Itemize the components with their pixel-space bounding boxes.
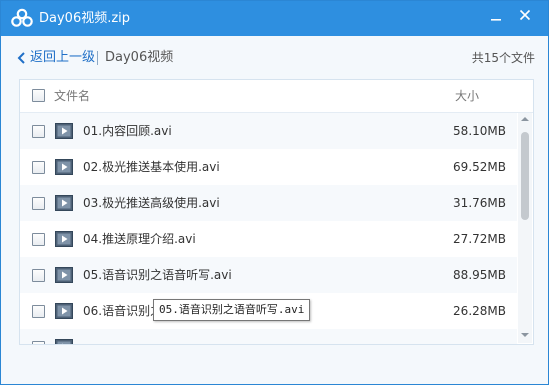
breadcrumb: Day06视频 bbox=[105, 50, 174, 65]
file-name: 05.语音识别之语音听写.avi bbox=[83, 268, 232, 282]
scroll-up-arrow-icon[interactable] bbox=[521, 117, 529, 121]
file-row[interactable]: 03.极光推送高级使用.avi 31.76MB bbox=[20, 185, 517, 221]
scrollbar-thumb[interactable] bbox=[521, 132, 529, 220]
row-checkbox[interactable] bbox=[32, 197, 45, 210]
window-title: Day06视频.zip bbox=[39, 11, 131, 26]
row-checkbox[interactable] bbox=[32, 125, 45, 138]
navigation-bar: 返回上一级 Day06视频 共15个文件 bbox=[1, 36, 548, 80]
close-button[interactable] bbox=[513, 4, 537, 28]
file-size: 69.52MB bbox=[453, 160, 506, 174]
close-icon bbox=[519, 9, 531, 21]
row-checkbox[interactable] bbox=[32, 341, 45, 344]
video-file-icon bbox=[55, 195, 73, 211]
file-size: 26.28MB bbox=[453, 304, 506, 318]
file-name: 04.推送原理介绍.avi bbox=[83, 232, 196, 246]
scroll-down-arrow-icon[interactable] bbox=[521, 333, 529, 337]
file-name: 01.内容回顾.avi bbox=[83, 124, 172, 138]
file-row[interactable]: 01.内容回顾.avi 58.10MB bbox=[20, 113, 517, 149]
video-file-icon bbox=[55, 303, 73, 319]
row-checkbox[interactable] bbox=[32, 161, 45, 174]
chevron-left-icon bbox=[17, 52, 25, 64]
vertical-scrollbar[interactable] bbox=[518, 113, 532, 343]
list-header: 文件名 大小 bbox=[20, 80, 533, 113]
file-row[interactable]: 05.语音识别之语音听写.avi 88.95MB bbox=[20, 257, 517, 293]
back-label: 返回上一级 bbox=[30, 50, 96, 65]
video-file-icon bbox=[55, 123, 73, 139]
file-row[interactable]: 04.推送原理介绍.avi 27.72MB bbox=[20, 221, 517, 257]
row-checkbox[interactable] bbox=[32, 233, 45, 246]
row-checkbox[interactable] bbox=[32, 269, 45, 282]
file-name: 02.极光推送基本使用.avi bbox=[83, 160, 220, 174]
video-file-icon bbox=[55, 339, 73, 344]
column-header-name[interactable]: 文件名 bbox=[54, 88, 90, 104]
file-row-partial[interactable] bbox=[20, 329, 517, 344]
title-bar[interactable]: Day06视频.zip bbox=[1, 1, 548, 36]
video-file-icon bbox=[55, 159, 73, 175]
file-size: 31.76MB bbox=[453, 196, 506, 210]
file-size: 58.10MB bbox=[453, 124, 506, 138]
breadcrumb-divider bbox=[97, 51, 98, 65]
zip-preview-window: Day06视频.zip 返回上一级 Day06视频 共15个文件 文件名 大小 bbox=[0, 0, 549, 385]
file-count: 共15个文件 bbox=[471, 51, 535, 65]
minimize-button[interactable] bbox=[484, 4, 508, 28]
file-name: 03.极光推送高级使用.avi bbox=[83, 196, 220, 210]
video-file-icon bbox=[55, 231, 73, 247]
file-size: 27.72MB bbox=[453, 232, 506, 246]
minimize-icon bbox=[491, 19, 501, 21]
file-size: 88.95MB bbox=[453, 268, 506, 282]
filename-tooltip: 05.语音识别之语音听写.avi bbox=[153, 299, 311, 321]
file-name: 06.语音识别之 bbox=[83, 304, 163, 318]
video-file-icon bbox=[55, 267, 73, 283]
file-row[interactable]: 02.极光推送基本使用.avi 69.52MB bbox=[20, 149, 517, 185]
column-header-size[interactable]: 大小 bbox=[455, 88, 479, 104]
cloud-logo-icon bbox=[11, 8, 33, 27]
select-all-checkbox[interactable] bbox=[32, 89, 45, 102]
row-checkbox[interactable] bbox=[32, 305, 45, 318]
